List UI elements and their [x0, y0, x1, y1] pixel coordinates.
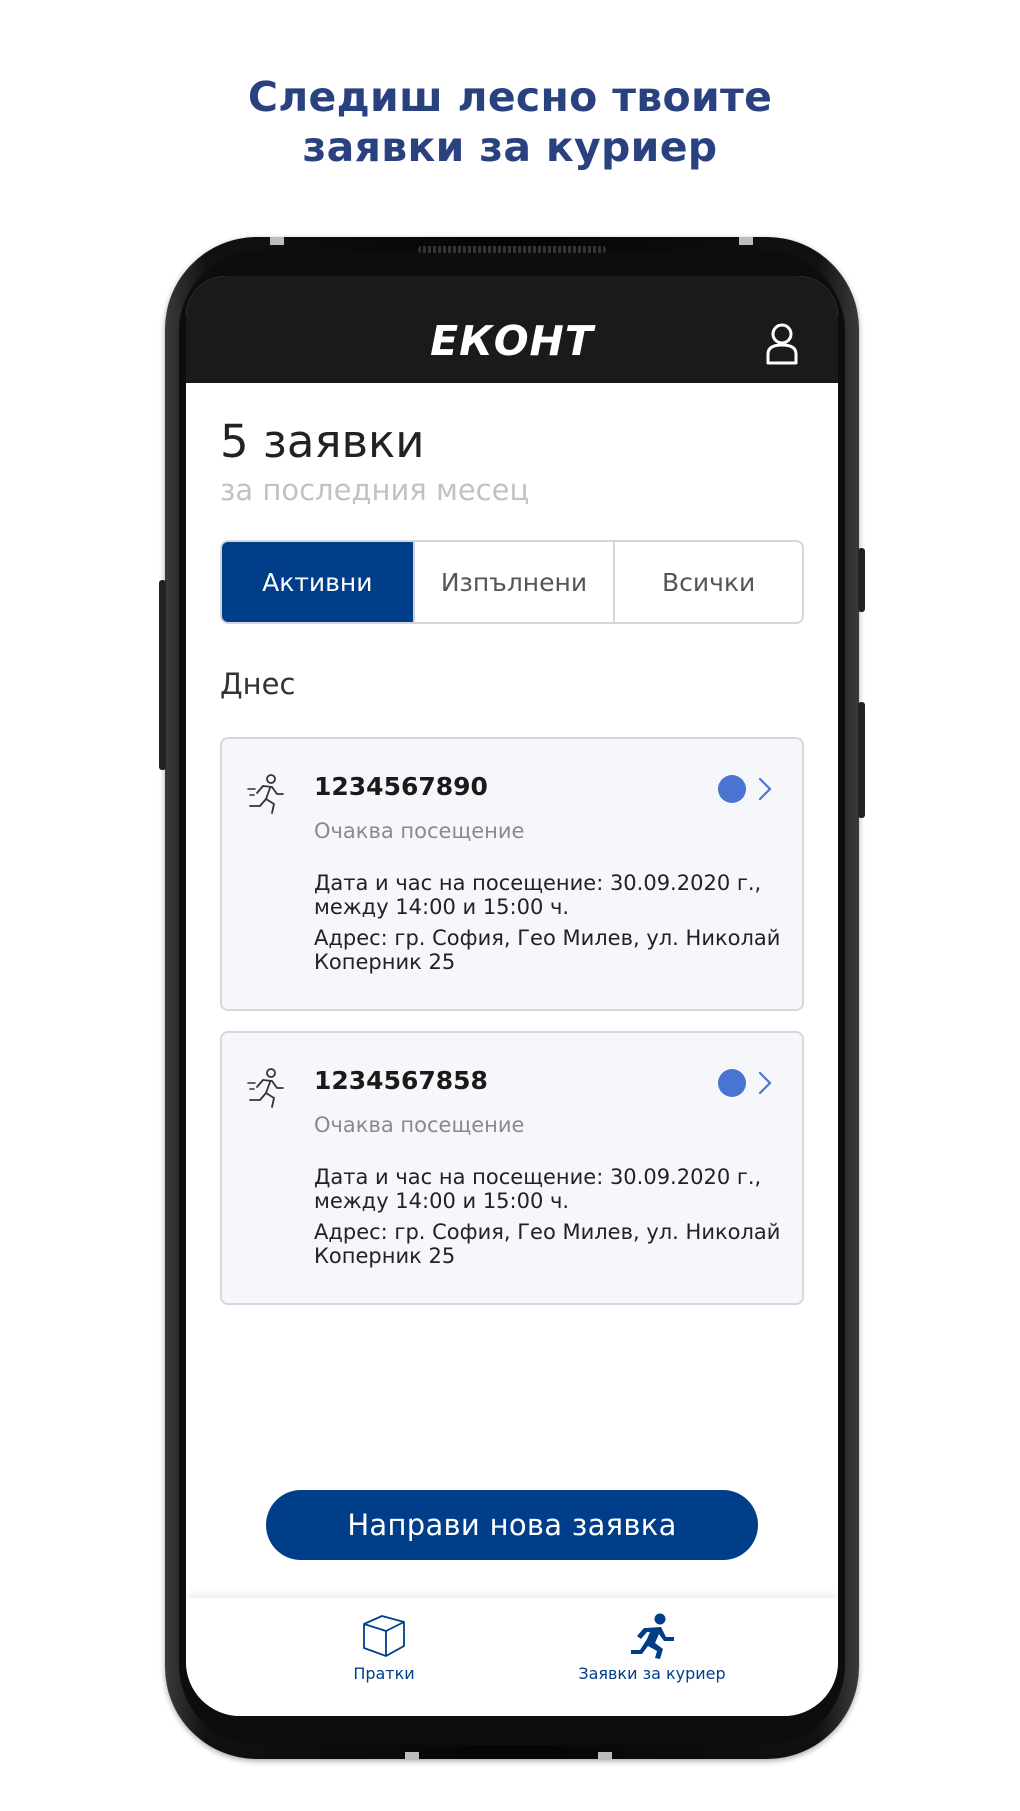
status-dot	[718, 1069, 746, 1097]
nav-label-courier-requests: Заявки за куриер	[578, 1664, 726, 1683]
phone-antenna-line	[270, 237, 284, 245]
courier-runner-icon	[247, 774, 284, 814]
new-request-button[interactable]: Направи нова заявка	[266, 1490, 758, 1560]
phone-speaker	[418, 246, 606, 253]
tab-active[interactable]: Активни	[222, 542, 413, 622]
box-icon	[363, 1615, 405, 1657]
request-status: Очаква посещение	[314, 1113, 525, 1137]
app-screen: ЕКОНТ 5 заявки за последния месец Активн…	[186, 276, 838, 1716]
request-address: Адрес: гр. София, Гео Милев, ул. Николай…	[314, 926, 781, 974]
chevron-right-icon[interactable]	[758, 1071, 772, 1095]
phone-antenna-line	[739, 237, 753, 245]
promo-headline: Следиш лесно твоите заявки за куриер	[0, 72, 1020, 172]
request-status: Очаква посещение	[314, 819, 525, 843]
phone-antenna-line	[405, 1752, 419, 1760]
request-number: 1234567858	[314, 1066, 488, 1095]
promo-headline-line-2: заявки за куриер	[302, 123, 718, 171]
nav-item-courier-requests[interactable]: Заявки за куриер	[552, 1612, 752, 1683]
requests-period: за последния месец	[220, 473, 530, 507]
status-dot	[718, 775, 746, 803]
courier-request-card[interactable]: 1234567890 Очаква посещение Дата и час н…	[220, 737, 804, 1011]
request-visit-time: Дата и час на посещение: 30.09.2020 г., …	[314, 1165, 762, 1213]
app-header: ЕКОНТ	[186, 276, 838, 383]
section-heading-today: Днес	[220, 667, 296, 701]
econt-logo: ЕКОНТ	[430, 317, 594, 365]
status-filter-tabs: Активни Изпълнени Всички	[220, 540, 804, 624]
phone-antenna-line	[598, 1752, 612, 1760]
request-address: Адрес: гр. София, Гео Милев, ул. Николай…	[314, 1220, 781, 1268]
promo-headline-line-1: Следиш лесно твоите	[247, 73, 773, 121]
bottom-navigation: Пратки Заявки за куриер	[186, 1598, 838, 1716]
request-number: 1234567890	[314, 772, 488, 801]
courier-runner-icon	[631, 1613, 674, 1659]
tab-all[interactable]: Всички	[613, 542, 802, 622]
courier-request-card[interactable]: 1234567858 Очаква посещение Дата и час н…	[220, 1031, 804, 1305]
phone-power-button	[858, 702, 865, 818]
request-visit-time: Дата и час на посещение: 30.09.2020 г., …	[314, 871, 762, 919]
user-icon[interactable]	[764, 321, 800, 365]
nav-label-shipments: Пратки	[353, 1664, 415, 1683]
nav-item-shipments[interactable]: Пратки	[284, 1612, 484, 1683]
phone-volume-button	[159, 580, 166, 770]
tab-completed[interactable]: Изпълнени	[412, 542, 614, 622]
requests-count: 5 заявки	[220, 415, 425, 468]
phone-side-button	[858, 548, 865, 612]
chevron-right-icon[interactable]	[758, 777, 772, 801]
courier-runner-icon	[247, 1068, 284, 1108]
